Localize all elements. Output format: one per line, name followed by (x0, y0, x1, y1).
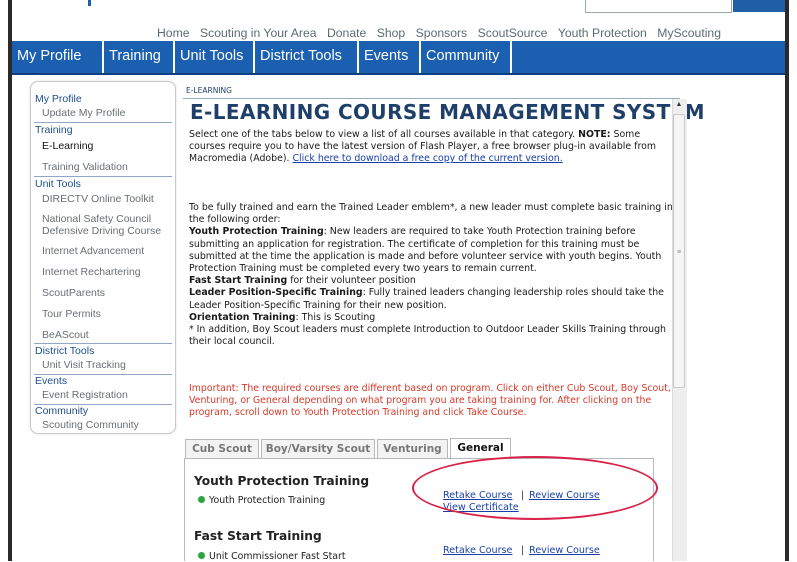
course-name: Unit Commissioner Fast Start (209, 551, 346, 562)
breadcrumb: E-LEARNING (186, 86, 232, 95)
utility-link-youth-protection[interactable]: Youth Protection (558, 26, 647, 40)
sidebar-divider (34, 343, 172, 344)
ypt-label: Youth Protection Training (189, 226, 324, 238)
nav-tab-my-profile[interactable]: My Profile (12, 41, 104, 73)
breadcrumb-divider (183, 98, 680, 99)
important-notice: Important: The required courses are diff… (189, 383, 671, 419)
link-separator: | (521, 545, 525, 556)
sidebar-item-training-validation[interactable]: Training Validation (42, 161, 128, 173)
sidebar-heading-training[interactable]: Training (35, 124, 73, 136)
sidebar-heading-events[interactable]: Events (35, 375, 67, 387)
nav-tab-unit-tools[interactable]: Unit Tools (175, 41, 255, 73)
course-name: Youth Protection Training (209, 495, 326, 506)
sidebar-heading-community[interactable]: Community (35, 405, 88, 417)
section-title-fast-start: Fast Start Training (194, 529, 322, 543)
footnote-text: * In addition, Boy Scout leaders must co… (189, 324, 666, 348)
fst-label: Fast Start Training (189, 275, 288, 287)
ot-text: : This is Scouting (295, 311, 376, 323)
nav-tab-events[interactable]: Events (359, 41, 421, 73)
nav-tab-district-tools[interactable]: District Tools (255, 41, 359, 73)
sidebar-divider (34, 176, 172, 177)
intro-text: Select one of the tabs below to view a l… (189, 129, 576, 140)
sidebar-item-e-learning[interactable]: E-Learning (42, 140, 93, 152)
sidebar-item-internet-advancement[interactable]: Internet Advancement (42, 245, 144, 257)
page-title: E-LEARNING COURSE MANAGEMENT SYSTEM (190, 100, 705, 124)
utility-nav: Home Scouting in Your Area Donate Shop S… (0, 22, 785, 40)
completed-status-icon (198, 496, 205, 503)
sidebar-item-scoutparents[interactable]: ScoutParents (42, 287, 105, 299)
program-tab-boy-varsity-scout[interactable]: Boy/Varsity Scout (261, 439, 375, 458)
program-tab-general[interactable]: General (450, 438, 511, 458)
sidebar-item-update-my-profile[interactable]: Update My Profile (42, 107, 125, 119)
sidebar-item-defensive-driving-course[interactable]: Defensive Driving Course (42, 225, 161, 237)
completed-status-icon (198, 552, 205, 559)
utility-link-scoutsource[interactable]: ScoutSource (478, 26, 548, 40)
review-course-link[interactable]: Review Course (529, 490, 600, 501)
window-frame-right (785, 0, 789, 561)
retake-course-link[interactable]: Retake Course (443, 490, 512, 501)
sidebar-item-tour-permits[interactable]: Tour Permits (42, 308, 101, 320)
sidebar-item-event-registration[interactable]: Event Registration (42, 389, 128, 401)
view-certificate-link[interactable]: View Certificate (443, 502, 519, 513)
sidebar-item-national-safety-council[interactable]: National Safety Council (42, 213, 151, 225)
utility-link-scouting-in-your-area[interactable]: Scouting in Your Area (200, 26, 317, 40)
intro-note-label: NOTE: (578, 129, 611, 140)
utility-link-myscouting[interactable]: MyScouting (657, 26, 721, 40)
sidebar-heading-unit-tools[interactable]: Unit Tools (35, 178, 81, 190)
utility-link-shop[interactable]: Shop (377, 26, 405, 40)
trained-leader-text: To be fully trained and earn the Trained… (189, 202, 673, 226)
scroll-grip-icon: ≡ (677, 249, 682, 256)
retake-course-link[interactable]: Retake Course (443, 545, 512, 556)
program-tab-venturing[interactable]: Venturing (377, 439, 448, 458)
course-row-youth-protection: Youth Protection Training (198, 495, 325, 506)
sidebar-divider (34, 122, 172, 123)
utility-link-sponsors[interactable]: Sponsors (416, 26, 468, 40)
sidebar-item-unit-visit-tracking[interactable]: Unit Visit Tracking (42, 359, 126, 371)
nav-tab-community[interactable]: Community (421, 41, 512, 73)
course-row-fast-start: Unit Commissioner Fast Start (198, 551, 346, 562)
section-title-youth-protection: Youth Protection Training (194, 474, 370, 488)
link-separator: | (521, 490, 525, 501)
fst-text: for their volunteer position (287, 275, 416, 287)
utility-link-home[interactable]: Home (157, 26, 190, 40)
sidebar-item-internet-rechartering[interactable]: Internet Rechartering (42, 266, 141, 278)
intro-paragraph: Select one of the tabs below to view a l… (189, 129, 679, 166)
review-course-link[interactable]: Review Course (529, 545, 600, 556)
sidebar-item-beascout[interactable]: BeAScout (42, 329, 89, 341)
sidebar-heading-my-profile[interactable]: My Profile (35, 93, 82, 105)
flash-download-link[interactable]: Click here to download a free copy of th… (293, 153, 563, 164)
trained-leader-paragraph: To be fully trained and earn the Trained… (189, 202, 679, 348)
nav-tab-training[interactable]: Training (104, 41, 175, 73)
main-nav: My Profile Training Unit Tools District … (12, 41, 785, 75)
program-tab-cub-scout[interactable]: Cub Scout (185, 439, 259, 458)
site-search-button[interactable] (733, 0, 785, 12)
lps-label: Leader Position-Specific Training (189, 287, 363, 299)
utility-link-donate[interactable]: Donate (327, 26, 366, 40)
scroll-up-arrow-icon[interactable]: ▲ (672, 99, 686, 111)
ot-label: Orientation Training (189, 311, 296, 323)
site-search-input[interactable] (585, 0, 732, 13)
window-frame-left (8, 0, 12, 561)
header-accent (88, 0, 91, 6)
sidebar-heading-district-tools[interactable]: District Tools (35, 345, 94, 357)
sidebar: My Profile Update My Profile Training E-… (30, 81, 176, 434)
sidebar-item-scouting-community[interactable]: Scouting Community (42, 419, 139, 431)
sidebar-item-directv-online-toolkit[interactable]: DIRECTV Online Toolkit (42, 193, 154, 205)
